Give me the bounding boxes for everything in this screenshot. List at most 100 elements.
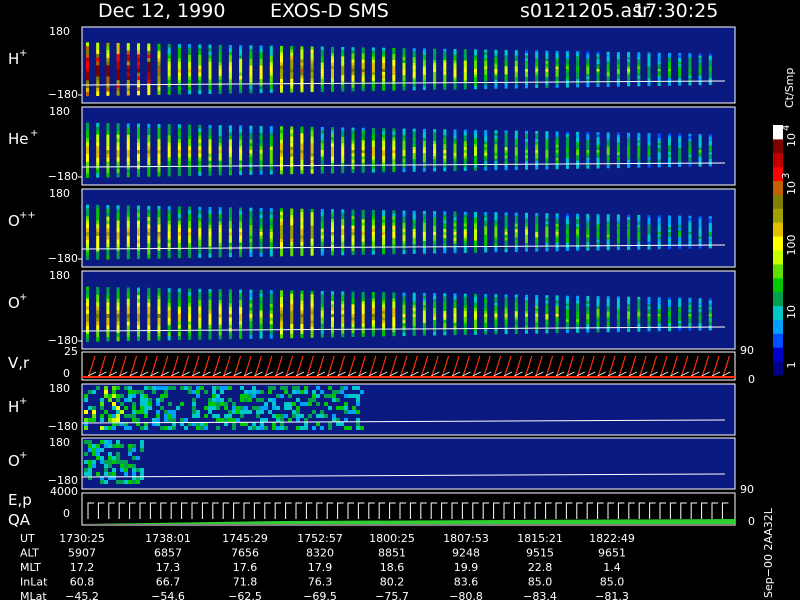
spectrogram-cell [218, 317, 222, 322]
spectrogram-cell [86, 169, 89, 174]
spectrogram-cell [188, 79, 192, 84]
spectrogram-cell [565, 329, 569, 333]
spectrogram-cell [239, 296, 243, 301]
spectrogram-cell [216, 386, 220, 390]
spectrogram-cell [371, 323, 375, 328]
spectrogram-cell [147, 72, 151, 77]
spectrogram-cell [124, 414, 128, 418]
spectrogram-cell [312, 390, 316, 394]
spectrogram-cell [525, 248, 528, 252]
spectrogram-cell [156, 410, 160, 414]
spectrogram-cell [137, 205, 140, 210]
colorbar: 110100103104 [773, 125, 798, 376]
spectrogram-cell [422, 54, 426, 58]
spectrogram-cell [196, 426, 200, 430]
spectrogram-cell [269, 72, 273, 77]
spectrogram-cell [198, 217, 202, 222]
spectrogram-cell [239, 211, 243, 216]
spectrogram-cell [260, 398, 264, 402]
spectrogram-cell [86, 72, 89, 78]
spectrogram-cell [112, 426, 116, 430]
spectrogram-cell [167, 79, 171, 84]
spectrogram-cell [218, 242, 222, 247]
panel-label-sup: ++ [19, 210, 36, 221]
spectrogram-cell [180, 402, 184, 406]
spectrogram-cell [196, 390, 200, 394]
spectrogram-cell [310, 75, 314, 80]
spectrogram-cell [106, 146, 110, 151]
spectrogram-cell [260, 390, 264, 394]
spectrogram-cell [310, 333, 314, 338]
spectrogram-cell [177, 90, 181, 95]
spectrogram-cell [249, 242, 253, 247]
spectrogram-cell [137, 298, 140, 304]
spectrogram-cell [228, 89, 232, 94]
spectrogram-cell [112, 472, 116, 476]
spectrogram-cell [244, 410, 248, 414]
spectrogram-cell [126, 325, 130, 330]
spectrogram-cell [96, 204, 100, 210]
orbit-table: UT 1730:25 1738:01 1745:29 1752:57 1800:25 180… [20, 532, 635, 600]
spectrogram-cell [188, 83, 192, 88]
ep-tick-bottom: 0 [63, 507, 70, 520]
spectrogram-cell [137, 325, 140, 330]
spectrogram-cell [104, 468, 108, 472]
spectrogram-cell [108, 472, 112, 476]
spectrogram-cell [126, 247, 130, 252]
spectrogram-cell [124, 460, 128, 464]
spectrogram-cell [371, 332, 375, 337]
table-cell: −62.5 [228, 590, 262, 600]
title-file: s0121205.asr [520, 0, 650, 22]
spectrogram-cell [228, 303, 232, 308]
spectrogram-cell [484, 296, 488, 301]
spectrogram-cell [137, 127, 140, 132]
spectrogram-cell [218, 135, 222, 140]
spectrogram-cell [96, 255, 100, 260]
spectrogram-cell [252, 394, 256, 398]
spectrogram-cell [280, 414, 284, 418]
spectrogram-cell [167, 131, 171, 136]
spectrogram-cell [157, 76, 161, 81]
spectrogram-cell [92, 406, 96, 410]
spectrogram-cell [269, 225, 273, 230]
spectrogram-cell [106, 123, 110, 128]
spectrogram-cell [422, 63, 426, 67]
spectrogram-cell [198, 135, 202, 140]
spectrogram-cell [340, 406, 344, 410]
spectrogram-cell [126, 146, 130, 151]
spectrogram-cell [126, 57, 130, 63]
spectrogram-cell [220, 398, 224, 402]
spectrogram-cell [220, 390, 224, 394]
spectrogram-cell [172, 410, 176, 414]
spectrogram-cell [218, 171, 222, 176]
spectrogram-cell [167, 172, 171, 177]
spectrogram-cell [249, 156, 253, 161]
spectrogram-cell [371, 225, 375, 230]
spectrogram-cell [86, 150, 89, 155]
spectrogram-cell [96, 138, 100, 143]
spectrogram-cell [422, 134, 426, 139]
spectrogram-cell [371, 131, 375, 135]
spectrogram-cell [96, 314, 100, 319]
table-cell: 71.8 [233, 576, 258, 589]
spectrogram-cell [126, 239, 130, 244]
spectrogram-cell [188, 232, 192, 237]
spectrogram-cell [224, 418, 228, 422]
spectrogram-cell [92, 448, 96, 452]
spectrogram-cell [108, 464, 112, 468]
spectrogram-cell [116, 57, 120, 63]
spectrogram-cell [341, 235, 345, 239]
spectrogram-cell [196, 414, 200, 418]
spectrogram-cell [116, 224, 120, 229]
spectrogram-cell [198, 310, 202, 315]
spectrogram-cell [443, 249, 447, 254]
spectrogram-cell [124, 426, 128, 430]
spectrogram-cell [244, 394, 248, 398]
spectrogram-cell [128, 444, 132, 448]
spectrogram-cell [172, 426, 176, 430]
spectrogram-cell [249, 252, 253, 257]
spectrogram-cell [177, 146, 181, 151]
spectrogram-cell [268, 390, 272, 394]
spectrogram-cell [218, 235, 222, 240]
spectrogram-cell [157, 213, 161, 218]
